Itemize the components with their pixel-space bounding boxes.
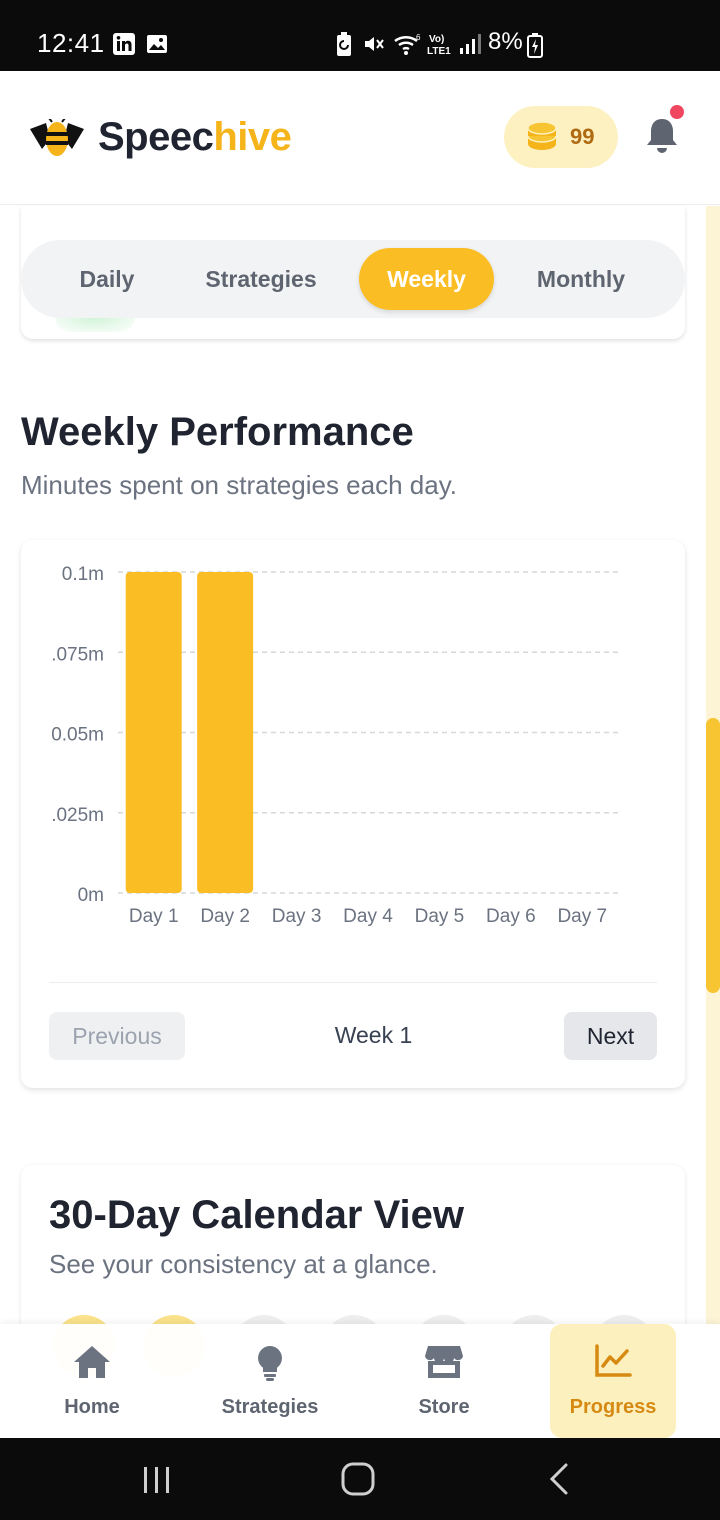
x-tick-label: Day 2: [200, 906, 250, 927]
tab-strategies[interactable]: Strategies: [191, 248, 331, 310]
y-tick-label: 0m: [78, 885, 104, 906]
weekly-chart-card: 0m .025m 0.05m .075m 0.1m Day 1 Day 2 Day 3 Day …: [21, 540, 685, 1088]
store-icon: [425, 1346, 463, 1378]
week-label: Week 1: [334, 1022, 413, 1048]
image-icon: [147, 35, 167, 53]
card-divider: [49, 982, 657, 983]
weekly-bar-chart: 0m .025m 0.05m .075m 0.1m Day 1 Day 2 Day 3 Day …: [51, 564, 618, 927]
bell-icon[interactable]: [644, 117, 680, 155]
x-tick-label: Day 7: [557, 906, 607, 927]
weekly-performance-subtitle: Minutes spent on strategies each day.: [21, 470, 457, 500]
screen: 12:41 6 Vo) LTE1 8% Speechive 99 Daily S…: [0, 0, 720, 1520]
y-tick-label: 0.1m: [62, 564, 104, 585]
nav-home[interactable]: Home: [22, 1324, 162, 1438]
brand-first: Speec: [98, 115, 214, 159]
nav-progress[interactable]: Progress: [550, 1324, 676, 1438]
lightbulb-icon: [258, 1346, 282, 1381]
previous-week-button[interactable]: Previous: [49, 1012, 185, 1060]
progress-tab-bar: Daily Strategies Weekly Monthly: [21, 240, 685, 318]
wifi-icon: 6: [394, 33, 421, 55]
coin-balance-pill[interactable]: 99: [504, 106, 618, 168]
nav-home-label: Home: [64, 1396, 120, 1418]
nav-progress-label: Progress: [569, 1396, 657, 1418]
calendar-subtitle: See your consistency at a glance.: [49, 1249, 438, 1279]
coin-count: 99: [570, 124, 595, 149]
weekly-performance-title: Weekly Performance: [21, 410, 414, 454]
y-tick-label: 0.05m: [51, 725, 104, 746]
bottom-nav: Home Strategies Store Progress: [0, 1324, 720, 1438]
nav-strategies-label: Strategies: [221, 1396, 319, 1418]
tab-daily[interactable]: Daily: [61, 248, 153, 310]
signal-icon: [460, 34, 481, 54]
mute-icon: [365, 37, 384, 51]
x-tick-label: Day 4: [343, 906, 393, 927]
app-brand: Speechive: [98, 115, 292, 160]
svg-text:Vo): Vo): [429, 34, 444, 45]
scrollbar-thumb[interactable]: [706, 718, 720, 993]
x-tick-label: Day 6: [486, 906, 536, 927]
nav-store-label: Store: [418, 1396, 470, 1418]
calendar-title: 30-Day Calendar View: [49, 1193, 465, 1237]
nav-strategies[interactable]: Strategies: [200, 1324, 340, 1438]
nav-store[interactable]: Store: [374, 1324, 514, 1438]
home-icon: [74, 1346, 110, 1378]
x-tick-label: Day 5: [415, 906, 465, 927]
progress-tab-card: Daily Strategies Weekly Monthly: [21, 206, 685, 339]
recent-apps-icon[interactable]: [141, 1466, 173, 1494]
tab-weekly[interactable]: Weekly: [359, 248, 494, 310]
bee-logo-icon: [30, 119, 84, 156]
status-time: 12:41: [37, 28, 105, 58]
chart-bar: [197, 572, 254, 893]
x-tick-label: Day 3: [272, 906, 322, 927]
home-button-icon[interactable]: [340, 1462, 376, 1496]
volte-icon: Vo) LTE1: [427, 34, 451, 57]
battery-charging-icon: [527, 33, 543, 58]
y-tick-label: .025m: [51, 805, 104, 826]
chart-line-icon: [595, 1344, 632, 1377]
linkedin-icon: [113, 33, 135, 55]
y-tick-label: .075m: [51, 644, 104, 665]
system-nav-bar: [0, 1438, 720, 1520]
chart-bar: [125, 572, 182, 893]
coins-icon: [527, 121, 557, 150]
app-header: Speechive 99: [0, 71, 720, 205]
notification-dot: [670, 105, 684, 119]
status-bar: 12:41 6 Vo) LTE1 8%: [0, 0, 720, 71]
back-icon[interactable]: [546, 1462, 572, 1496]
svg-text:6: 6: [416, 33, 421, 42]
battery-saver-icon: [337, 32, 351, 56]
brand-second: hive: [213, 115, 292, 159]
battery-percent: 8%: [488, 28, 523, 55]
x-tick-label: Day 1: [129, 906, 179, 927]
tab-monthly[interactable]: Monthly: [521, 248, 641, 310]
next-week-button[interactable]: Next: [564, 1012, 657, 1060]
svg-text:LTE1: LTE1: [427, 46, 451, 57]
